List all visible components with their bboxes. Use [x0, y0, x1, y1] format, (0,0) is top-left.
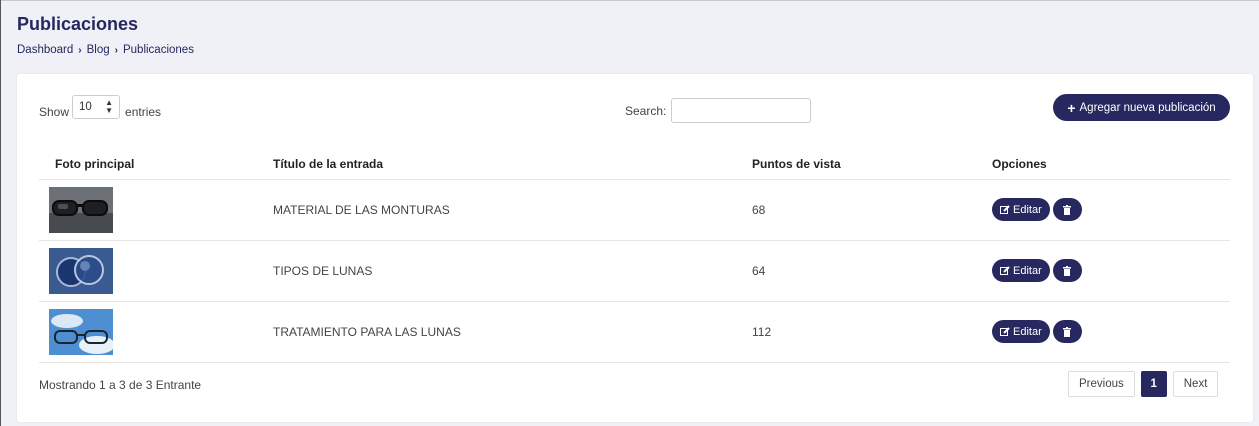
photo-cell	[39, 179, 256, 241]
trash-icon	[1063, 204, 1072, 215]
column-header-views[interactable]: Puntos de vista	[735, 149, 975, 180]
title-cell: MATERIAL DE LAS MONTURAS	[256, 179, 735, 241]
options-cell: Editar	[975, 301, 1230, 363]
breadcrumb-blog[interactable]: Blog	[87, 44, 110, 56]
window-left-border	[0, 0, 1, 426]
options-cell: Editar	[975, 240, 1230, 302]
breadcrumb-dashboard[interactable]: Dashboard	[17, 44, 73, 56]
views-cell: 68	[735, 179, 975, 241]
title-cell: TRATAMIENTO PARA LAS LUNAS	[256, 301, 735, 363]
entries-label: entries	[125, 105, 162, 119]
column-header-options: Opciones	[975, 149, 1230, 180]
views-cell: 112	[735, 301, 975, 363]
publications-card: Show 10 ▲ ▼ entries Search: + Agregar nue…	[17, 74, 1253, 422]
photo-cell	[39, 301, 256, 363]
glasses-sky-photo	[49, 308, 113, 355]
table-row: MATERIAL DE LAS MONTURAS 68 Editar	[39, 179, 1230, 241]
options-cell: Editar	[975, 179, 1230, 241]
table-header-row: Foto principal Título de la entrada Punt…	[39, 149, 1230, 180]
edit-label: Editar	[1013, 325, 1042, 338]
search-label: Search:	[625, 103, 667, 118]
edit-button[interactable]: Editar	[992, 259, 1050, 282]
page-length-select[interactable]: 10 ▲ ▼	[72, 95, 121, 119]
delete-button[interactable]	[1052, 198, 1082, 221]
table-info: Mostrando 1 a 3 de 3 Entrante	[39, 378, 202, 392]
show-label: Show	[39, 105, 70, 119]
page-1-button[interactable]: 1	[1140, 371, 1167, 397]
breadcrumb: Dashboard › Blog › Publicaciones	[17, 44, 194, 56]
views-cell: 64	[735, 240, 975, 302]
table-row: TRATAMIENTO PARA LAS LUNAS 112 Editar	[39, 301, 1230, 363]
photo-cell	[39, 240, 256, 302]
add-publication-label: Agregar nueva publicación	[1079, 101, 1216, 114]
column-header-title[interactable]: Título de la entrada	[256, 149, 735, 180]
eyeglasses-photo	[49, 186, 113, 233]
edit-button[interactable]: Editar	[992, 198, 1050, 221]
delete-button[interactable]	[1052, 259, 1082, 282]
add-publication-button[interactable]: + Agregar nueva publicación	[1053, 94, 1230, 121]
breadcrumb-publicaciones: Publicaciones	[122, 44, 194, 56]
search-input[interactable]	[671, 98, 812, 123]
sort-arrows-icon: ▲ ▼	[105, 98, 114, 115]
page-length-value: 10	[79, 101, 92, 113]
edit-label: Editar	[1013, 203, 1042, 216]
search-control: Search:	[625, 98, 812, 123]
window-top-border	[0, 0, 1259, 1]
plus-icon: +	[1067, 99, 1076, 116]
page-title: Publicaciones	[17, 14, 139, 34]
previous-page-button[interactable]: Previous	[1068, 371, 1135, 397]
chevron-right-icon: ›	[78, 44, 82, 56]
column-header-photo[interactable]: Foto principal	[39, 149, 256, 180]
chevron-right-icon: ›	[114, 44, 118, 56]
next-page-button[interactable]: Next	[1172, 371, 1219, 397]
table-row: TIPOS DE LUNAS 64 Editar	[39, 240, 1230, 302]
title-cell: TIPOS DE LUNAS	[256, 240, 735, 302]
edit-icon	[1000, 204, 1010, 214]
entries-length-control: Show 10 ▲ ▼ entries	[39, 95, 162, 122]
publications-table: Foto principal Título de la entrada Punt…	[39, 149, 1230, 363]
lenses-photo	[49, 247, 113, 294]
trash-icon	[1063, 265, 1072, 276]
delete-button[interactable]	[1052, 320, 1082, 343]
trash-icon	[1063, 326, 1072, 337]
edit-icon	[1000, 326, 1010, 336]
edit-button[interactable]: Editar	[992, 320, 1050, 343]
pagination: Previous 1 Next	[1068, 371, 1219, 397]
edit-label: Editar	[1013, 264, 1042, 277]
edit-icon	[1000, 265, 1010, 275]
